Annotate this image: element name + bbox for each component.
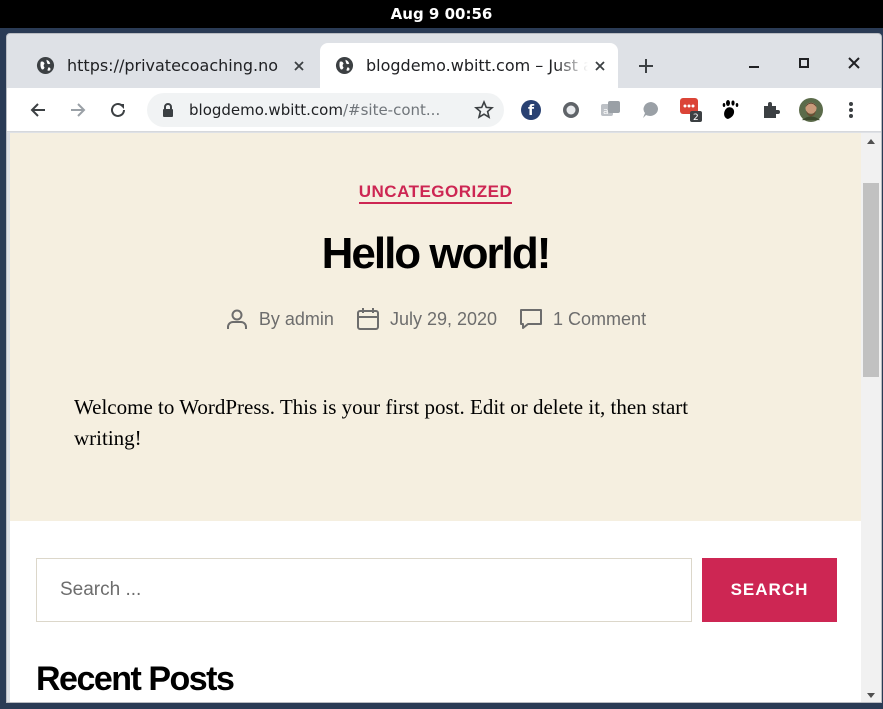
scroll-down-arrow-icon[interactable] xyxy=(867,693,875,698)
speech-extension-icon[interactable] xyxy=(639,98,663,122)
avatar[interactable] xyxy=(799,98,823,122)
fedora-icon[interactable]: f xyxy=(519,98,543,122)
arrow-left-icon xyxy=(30,103,45,117)
svg-text:a: a xyxy=(603,107,609,117)
category-link[interactable]: UNCATEGORIZED xyxy=(358,182,513,204)
todo-extension-icon[interactable]: 2 xyxy=(679,98,703,123)
comment-icon xyxy=(520,309,543,329)
tab-blogdemo[interactable]: blogdemo.wbitt.com – Just another WordPr… xyxy=(320,43,618,88)
post-title: Hello world! xyxy=(321,229,552,278)
back-button[interactable] xyxy=(24,96,52,124)
minimize-icon xyxy=(749,66,759,68)
web-page: UNCATEGORIZED Hello world! By admin July… xyxy=(10,133,861,702)
browser-window: https://privatecoaching.no blogdemo.wbit… xyxy=(6,33,882,703)
close-window-button[interactable] xyxy=(839,50,869,76)
lock-icon[interactable] xyxy=(161,102,175,118)
address-bar[interactable]: blogdemo.wbitt.com/#site-cont... xyxy=(147,93,504,127)
search-button[interactable]: SEARCH xyxy=(702,558,837,622)
plus-icon xyxy=(639,59,653,73)
author-link[interactable]: By admin xyxy=(259,309,334,330)
post-header: UNCATEGORIZED Hello world! By admin July… xyxy=(10,133,861,521)
globe-icon xyxy=(36,56,55,75)
tab-title: https://privatecoaching.no xyxy=(67,56,279,75)
recent-posts-heading: Recent Posts xyxy=(36,660,235,698)
scroll-up-arrow-icon[interactable] xyxy=(867,139,875,144)
post-comments: 1 Comment xyxy=(519,307,646,331)
globe-icon xyxy=(335,56,354,75)
browser-toolbar: blogdemo.wbitt.com/#site-cont... f a 2 xyxy=(7,88,881,132)
post-body: Welcome to WordPress. This is your first… xyxy=(74,395,689,450)
user-icon xyxy=(226,309,247,329)
date-link[interactable]: July 29, 2020 xyxy=(390,309,497,330)
post-meta: By admin July 29, 2020 1 Comment xyxy=(10,307,861,331)
arrow-right-icon xyxy=(71,103,86,117)
reload-icon xyxy=(111,102,125,117)
category-link-wrap: UNCATEGORIZED xyxy=(10,182,861,204)
bookmark-star-icon[interactable] xyxy=(474,100,494,120)
calendar-icon xyxy=(356,308,379,330)
close-tab-icon[interactable] xyxy=(588,54,612,78)
menu-kebab-icon[interactable] xyxy=(839,98,863,122)
post-author: By admin xyxy=(225,307,334,331)
puzzle-icon[interactable] xyxy=(759,98,783,122)
search-form: SEARCH xyxy=(36,558,837,622)
url-path: /#site-cont... xyxy=(342,101,441,119)
tab-title: blogdemo.wbitt.com – Just another WordPr… xyxy=(366,56,588,75)
page-scrollbar[interactable] xyxy=(861,133,881,702)
minimize-button[interactable] xyxy=(739,50,769,76)
search-input[interactable] xyxy=(36,558,692,622)
translate-extension-icon[interactable]: a xyxy=(599,98,623,122)
forward-button[interactable] xyxy=(64,96,92,124)
close-tab-icon[interactable] xyxy=(287,54,311,78)
maximize-icon xyxy=(799,58,809,68)
maximize-button[interactable] xyxy=(789,50,819,76)
clock[interactable]: Aug 9 00:56 xyxy=(391,5,493,23)
close-icon xyxy=(848,57,860,69)
new-tab-button[interactable] xyxy=(632,52,660,80)
url-host: blogdemo.wbitt.com xyxy=(189,101,343,119)
tab-privatecoaching[interactable]: https://privatecoaching.no xyxy=(21,43,317,88)
system-top-bar: Aug 9 00:56 xyxy=(0,0,883,28)
circle-extension-icon[interactable] xyxy=(559,98,583,122)
gnome-extension-icon[interactable] xyxy=(719,98,743,122)
svg-text:f: f xyxy=(528,103,535,119)
post-date: July 29, 2020 xyxy=(356,307,497,331)
scroll-thumb[interactable] xyxy=(863,183,879,377)
url-text[interactable]: blogdemo.wbitt.com/#site-cont... xyxy=(189,101,464,119)
extension-badge: 2 xyxy=(693,113,699,123)
reload-button[interactable] xyxy=(104,96,132,124)
tab-strip: https://privatecoaching.no blogdemo.wbit… xyxy=(7,34,881,88)
comments-link[interactable]: 1 Comment xyxy=(553,309,646,330)
